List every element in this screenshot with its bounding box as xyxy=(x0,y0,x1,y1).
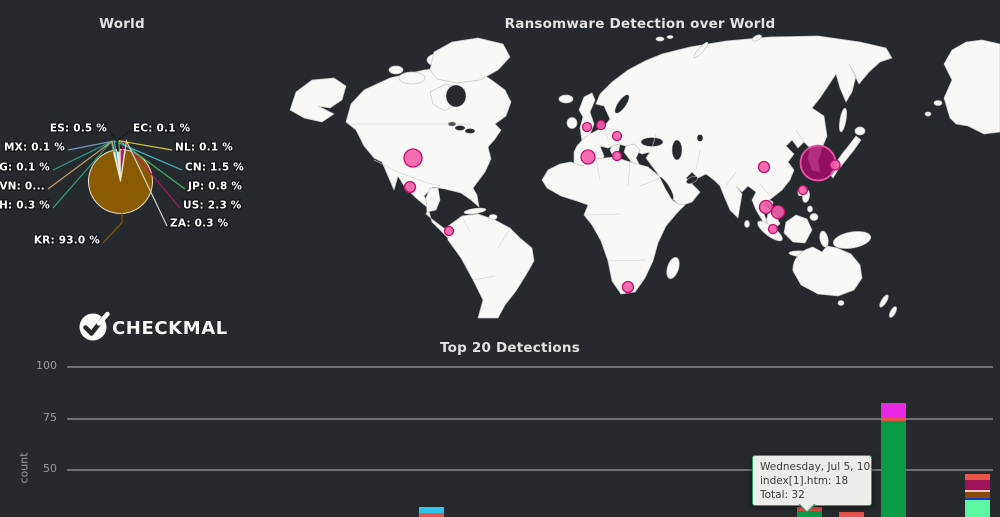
bar-segment[interactable] xyxy=(419,513,444,517)
bar-tooltip: Wednesday, Jul 5, 10:02:02 index[1].htm:… xyxy=(752,455,872,506)
bar-segment[interactable] xyxy=(881,421,906,517)
bar-segment[interactable] xyxy=(965,500,990,517)
bar-segment[interactable] xyxy=(419,507,444,513)
tooltip-total: Total: 32 xyxy=(760,489,864,503)
ransomware-dashboard: KR: 93.0 %US: 2.3 %CN: 1.5 %JP: 0.8 %ES:… xyxy=(0,0,1000,517)
bar-chart-plot xyxy=(0,0,1000,517)
tooltip-timestamp: Wednesday, Jul 5, 10:02:02 xyxy=(760,461,864,475)
bar-segment[interactable] xyxy=(881,403,906,417)
tooltip-arrow xyxy=(795,504,819,515)
bar-segment[interactable] xyxy=(965,480,990,490)
bar-segment[interactable] xyxy=(965,492,990,498)
bar-segment[interactable] xyxy=(965,490,990,492)
bar-segment[interactable] xyxy=(881,418,906,421)
tooltip-item: index[1].htm: 18 xyxy=(760,475,864,489)
bar-segment[interactable] xyxy=(965,474,990,480)
bar-segment[interactable] xyxy=(965,498,990,500)
bar-segment[interactable] xyxy=(839,512,864,517)
